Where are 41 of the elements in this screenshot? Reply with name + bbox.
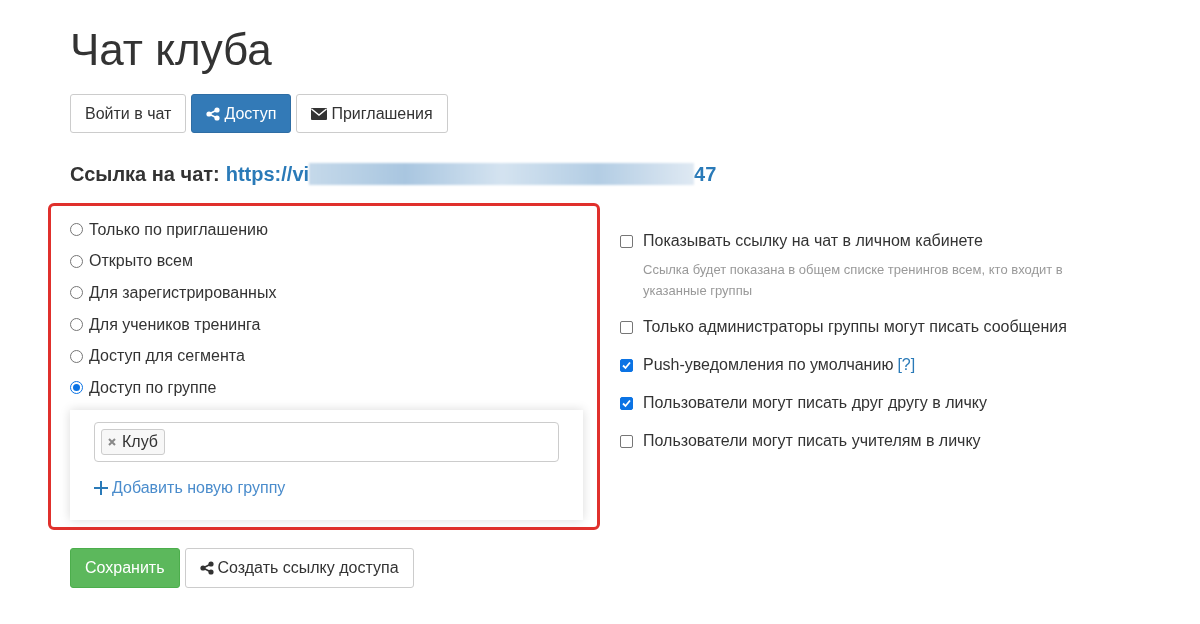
help-link[interactable]: [?]	[897, 353, 916, 377]
save-button[interactable]: Сохранить	[70, 547, 180, 588]
checkbox-label: Push-уведомления по умолчанию	[643, 355, 894, 375]
radio-button[interactable]	[70, 254, 83, 268]
radio-button[interactable]	[70, 223, 83, 237]
group-tags-field[interactable]: Клуб	[94, 421, 559, 462]
chat-link[interactable]: 47	[694, 159, 717, 189]
tab[interactable]: Приглашения	[296, 94, 448, 133]
radio-label: Открыто всем	[89, 251, 193, 272]
plus-icon	[94, 480, 108, 495]
checkbox-label: Показывать ссылку на чат в личном кабинете	[643, 231, 983, 251]
radio-label: Доступ для сегмента	[89, 346, 245, 367]
radio-button[interactable]	[70, 381, 83, 395]
radio-button[interactable]	[70, 286, 83, 300]
tab[interactable]: Доступ	[191, 94, 292, 133]
checkbox-label: Только администраторы группы могут писать сообщения	[643, 317, 1067, 337]
radio-label: Для учеников тренинга	[89, 314, 261, 335]
close-icon[interactable]	[108, 437, 116, 446]
chat-link-label: Ссылка на чат:	[70, 162, 220, 187]
radio-label: Только по приглашению	[89, 219, 268, 240]
checkbox[interactable]	[620, 234, 633, 248]
checkbox[interactable]	[620, 434, 633, 448]
checkbox[interactable]	[620, 320, 633, 334]
checkbox[interactable]	[620, 396, 633, 410]
tag-label: Клуб	[122, 431, 158, 452]
radio-button[interactable]	[70, 349, 83, 363]
tab[interactable]: Войти в чат	[70, 94, 187, 133]
radio-label: Для зарегистрированных	[89, 283, 277, 303]
checkbox-label: Пользователи могут писать учителям в личку	[643, 431, 981, 451]
share-icon	[206, 106, 221, 121]
create-link-button[interactable]: Создать ссылку доступа	[184, 547, 414, 588]
checkbox-label: Пользователи могут писать друг другу в личку	[643, 393, 988, 413]
share-icon	[199, 560, 214, 575]
envelope-icon	[311, 107, 328, 120]
chat-link[interactable]: https://vi	[225, 159, 310, 189]
radio-label: Доступ по группе	[89, 377, 217, 398]
radio-button[interactable]	[70, 318, 83, 332]
checkbox[interactable]	[620, 358, 633, 372]
page-title: Чат клуба	[70, 24, 273, 76]
hint-text: Ссылка будет показана в общем списке тренингов всем, кто входит в указанные группы	[643, 261, 1064, 300]
add-group-link[interactable]: Добавить новую группу	[112, 475, 286, 500]
